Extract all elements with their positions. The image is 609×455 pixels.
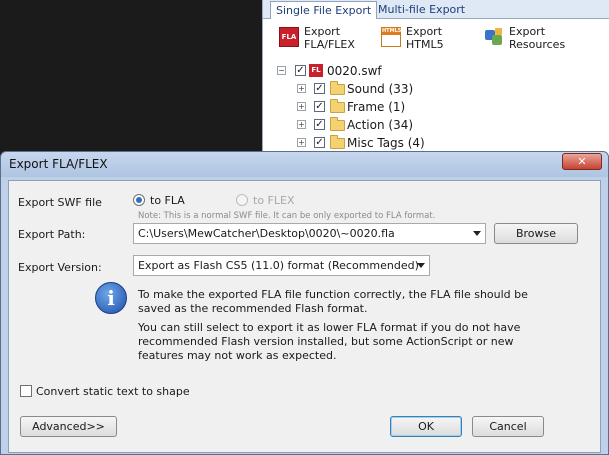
tree-item-checkbox[interactable]: ✓ (314, 101, 325, 112)
tree-item-checkbox[interactable]: ✓ (314, 83, 325, 94)
info-text-primary: To make the exported FLA file function c… (138, 288, 528, 315)
tree-root-checkbox[interactable]: ✓ (295, 65, 306, 76)
tree-item: + ✓ Misc Tags (4) (277, 134, 607, 152)
export-fla-flex-button[interactable]: FLA Export FLA/FLEX (279, 25, 355, 55)
swf-note: Note: This is a normal SWF file. It can … (138, 211, 436, 221)
tree-item-label[interactable]: Action (34) (347, 116, 413, 134)
tree-item-label[interactable]: Frame (1) (347, 98, 405, 116)
info-text-secondary: You can still select to export it as low… (138, 321, 521, 362)
tree-item-checkbox[interactable]: ✓ (314, 137, 325, 148)
dialog-titlebar[interactable]: Export FLA/FLEX ✕ (1, 152, 608, 177)
tree-item: + ✓ Frame (1) (277, 98, 607, 116)
expand-icon[interactable]: + (297, 84, 306, 93)
convert-static-text-checkbox[interactable] (20, 385, 32, 397)
html5-icon: HTML5 (381, 27, 401, 47)
advanced-button[interactable]: Advanced>> (20, 416, 117, 437)
collapse-icon[interactable]: − (277, 66, 286, 75)
ok-button[interactable]: OK (390, 416, 462, 437)
export-version-value: Export as Flash CS5 (11.0) format (Recom… (138, 259, 419, 272)
tab-multi-file-export[interactable]: Multi-file Export (373, 1, 470, 19)
browse-button[interactable]: Browse (494, 223, 578, 244)
export-resources-button[interactable]: Export Resources (484, 25, 565, 55)
export-panel: Single File Export Multi-file Export FLA… (262, 0, 609, 160)
radio-to-fla-label[interactable]: to FLA (150, 194, 185, 207)
tree-item-checkbox[interactable]: ✓ (314, 119, 325, 130)
folder-icon (330, 99, 345, 113)
tree-item: + ✓ Sound (33) (277, 80, 607, 98)
cancel-button[interactable]: Cancel (472, 416, 544, 437)
export-version-label: Export Version: (18, 261, 102, 274)
tree-root-label[interactable]: 0020.swf (327, 62, 382, 80)
tree-item-label[interactable]: Sound (33) (347, 80, 413, 98)
chevron-down-icon[interactable] (473, 231, 481, 236)
tree-item-label[interactable]: Misc Tags (4) (347, 134, 425, 152)
dialog-title: Export FLA/FLEX (9, 157, 108, 171)
export-swf-label: Export SWF file (18, 196, 102, 209)
radio-to-flex-label[interactable]: to FLEX (253, 194, 294, 207)
export-path-field[interactable]: C:\Users\MewCatcher\Desktop\0020\~0020.f… (133, 223, 486, 244)
export-tabstrip: Single File Export Multi-file Export (263, 0, 609, 19)
fla-icon: FLA (279, 27, 299, 47)
html5-badge: HTML5 (382, 28, 402, 35)
dialog-body: Export SWF file to FLA to FLEX Note: Thi… (8, 180, 601, 453)
chevron-down-icon[interactable] (417, 263, 425, 268)
tab-single-file-export[interactable]: Single File Export (270, 1, 378, 19)
export-version-select[interactable]: Export as Flash CS5 (11.0) format (Recom… (133, 255, 430, 276)
radio-to-fla[interactable] (133, 194, 145, 206)
tree-item: + ✓ Action (34) (277, 116, 607, 134)
export-fla-dialog: Export FLA/FLEX ✕ Export SWF file to FLA… (0, 151, 609, 455)
radio-to-flex[interactable] (236, 194, 248, 206)
expand-icon[interactable]: + (297, 102, 306, 111)
expand-icon[interactable]: + (297, 138, 306, 147)
export-resources-label: Export Resources (509, 25, 566, 51)
expand-icon[interactable]: + (297, 120, 306, 129)
export-html5-button[interactable]: HTML5 Export HTML5 (381, 25, 444, 55)
folder-icon (330, 81, 345, 95)
export-path-value: C:\Users\MewCatcher\Desktop\0020\~0020.f… (138, 227, 395, 240)
close-button[interactable]: ✕ (562, 153, 602, 170)
folder-icon (330, 135, 345, 149)
swf-file-icon: FL (309, 64, 323, 77)
convert-static-text-label[interactable]: Convert static text to shape (36, 385, 190, 398)
export-path-label: Export Path: (18, 228, 86, 241)
export-fla-flex-label: Export FLA/FLEX (304, 25, 355, 51)
resources-icon (484, 27, 504, 47)
folder-icon (330, 117, 345, 131)
export-html5-label: Export HTML5 (406, 25, 444, 51)
info-icon: i (95, 282, 127, 314)
tree-root: − ✓ FL 0020.swf (277, 62, 607, 80)
swf-tree: − ✓ FL 0020.swf + ✓ Sound (33) + ✓ Frame… (277, 62, 607, 152)
